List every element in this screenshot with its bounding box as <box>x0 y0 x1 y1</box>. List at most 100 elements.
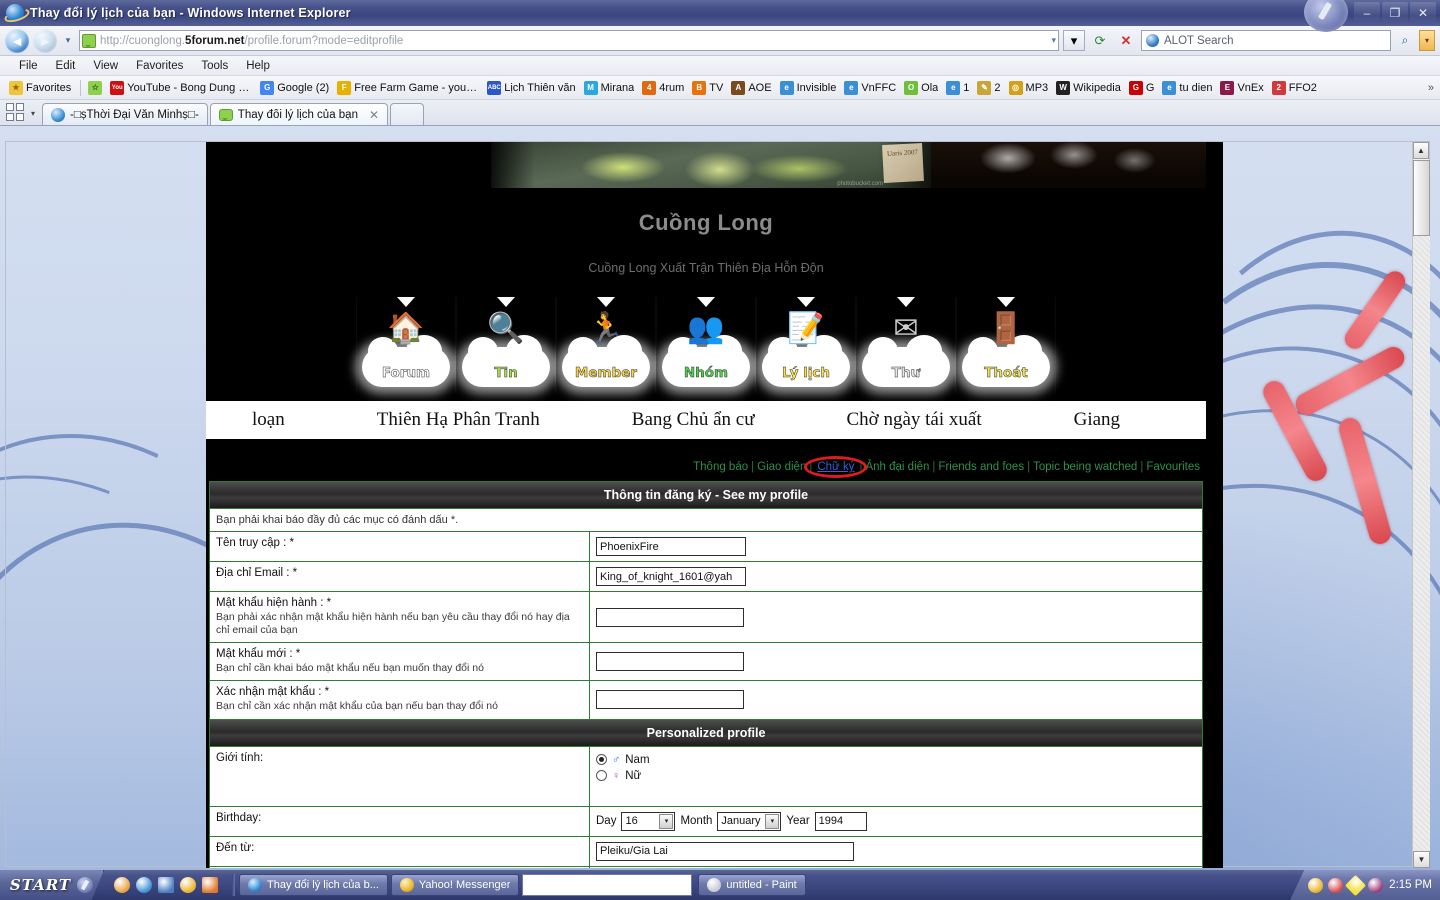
from-input[interactable] <box>596 841 854 861</box>
profile-nav-link[interactable]: Friends and foes <box>938 461 1024 473</box>
search-provider-dropdown[interactable]: ▾ <box>1419 30 1435 51</box>
forum-nav-thư[interactable]: ✉ Thư <box>856 297 956 393</box>
tab-close-icon[interactable]: ✕ <box>369 108 379 122</box>
tab-list-caret-icon[interactable]: ▾ <box>26 109 40 118</box>
address-history-dropdown-button[interactable]: ▾ <box>1063 30 1085 51</box>
form-input[interactable] <box>596 567 746 586</box>
recent-pages-caret-icon[interactable]: ▾ <box>61 35 75 46</box>
scrollbar-thumb[interactable] <box>1413 160 1430 236</box>
favorite-item[interactable]: e VnFFC <box>841 80 901 96</box>
taskbar-item[interactable]: Yahoo! Messenger <box>390 874 520 896</box>
favorite-item[interactable]: e1 <box>943 80 974 96</box>
favorite-item[interactable]: e tu dien <box>1159 80 1217 96</box>
from-label: Đến từ: <box>210 836 590 866</box>
scroll-down-button[interactable]: ▼ <box>1413 851 1430 868</box>
profile-nav-link[interactable]: Favourites <box>1146 461 1200 473</box>
minimize-button[interactable]: – <box>1354 2 1380 23</box>
address-dropdown-caret-icon[interactable]: ▾ <box>1051 35 1056 46</box>
forum-nav-forum[interactable]: 🏠 Forum <box>356 297 456 393</box>
start-button[interactable]: START <box>0 870 104 900</box>
favorite-item[interactable]: e Invisible <box>777 80 842 96</box>
radio-male[interactable] <box>596 754 607 765</box>
form-input[interactable] <box>596 537 746 556</box>
favorite-item[interactable]: W Wikipedia <box>1053 80 1126 96</box>
media-icon[interactable] <box>202 877 218 893</box>
favorite-item[interactable]: O Ola <box>901 80 943 96</box>
favorite-item[interactable]: G Google (2) <box>257 80 334 96</box>
favorite-item[interactable]: M Mirana <box>581 80 640 96</box>
forward-button[interactable]: ► <box>33 28 57 53</box>
scroll-up-button[interactable]: ▲ <box>1413 142 1429 159</box>
yahoo-tray-icon[interactable] <box>1308 877 1324 893</box>
favorite-item[interactable]: 2 FFO2 <box>1269 80 1322 96</box>
back-button[interactable]: ◄ <box>5 28 29 53</box>
favorite-item[interactable]: E VnEx <box>1217 80 1268 96</box>
quick-tabs-icon[interactable] <box>6 103 24 121</box>
favorite-item[interactable]: YouYouTube - Bong Dung Muon... <box>107 80 257 96</box>
gender-option-female[interactable]: ♀ Nữ <box>596 768 1196 784</box>
taskbar-item[interactable]: untitled - Paint <box>698 874 806 896</box>
favorite-item[interactable]: ✎ 2 <box>974 80 1005 96</box>
page-scrollbar[interactable]: ▲ ▼ <box>1412 142 1430 868</box>
favorite-item[interactable]: A AOE <box>728 80 776 96</box>
desktop-icon[interactable] <box>158 877 174 893</box>
add-to-favorites-bar-button[interactable]: ☆ <box>85 80 107 96</box>
favorite-item[interactable]: 4 4rum <box>639 80 689 96</box>
profile-nav-link[interactable]: Chữ ký <box>815 461 856 473</box>
search-go-button[interactable]: ⌕ <box>1395 30 1415 51</box>
menu-item-tools[interactable]: Tools <box>192 58 237 74</box>
profile-nav-link[interactable]: Ảnh đại diện <box>865 461 929 473</box>
chrome-icon[interactable] <box>114 877 130 893</box>
yahoo-icon[interactable] <box>180 877 196 893</box>
forum-nav-member[interactable]: 🏃 Member <box>556 297 656 393</box>
profile-nav-link[interactable]: Thông báo <box>693 461 748 473</box>
radio-female[interactable] <box>596 770 607 781</box>
form-input[interactable] <box>596 690 744 710</box>
favorite-item[interactable]: GG <box>1126 80 1160 96</box>
favorite-item[interactable]: ◎ MP3 <box>1006 80 1054 96</box>
favorite-item[interactable]: B TV <box>689 80 728 96</box>
favorite-item[interactable]: ABC Lịch Thiên văn <box>484 80 580 96</box>
stop-button[interactable]: ✕ <box>1115 30 1137 51</box>
tab-thoi-dai-van-minh[interactable]: -□ṣThời Đại Văn Minhṣ□- <box>42 103 208 125</box>
menu-item-favorites[interactable]: Favorites <box>127 58 192 74</box>
system-tray: 2:15 PM <box>1290 870 1440 900</box>
menu-item-edit[interactable]: Edit <box>47 58 85 74</box>
scrollbar-track[interactable] <box>1413 236 1430 851</box>
profile-nav-link[interactable]: Giao diện <box>757 461 806 473</box>
close-button[interactable]: ✕ <box>1410 2 1436 23</box>
forum-nav-thoát[interactable]: 🚪 Thoát <box>956 297 1056 393</box>
forum-nav-tin[interactable]: 🔍 Tin <box>456 297 556 393</box>
restore-button[interactable]: ❐ <box>1382 2 1408 23</box>
profile-nav-link[interactable]: Topic being watched <box>1033 461 1137 473</box>
menu-item-help[interactable]: Help <box>237 58 279 74</box>
taskbar-empty-slot[interactable] <box>522 874 693 896</box>
unikey-tray-icon[interactable] <box>1345 874 1367 896</box>
menu-item-file[interactable]: File <box>10 58 47 74</box>
form-input[interactable] <box>596 607 744 627</box>
forum-nav-nhóm[interactable]: 👥 Nhóm <box>656 297 756 393</box>
year-input[interactable] <box>814 811 867 831</box>
ie-icon[interactable] <box>136 877 152 893</box>
month-select[interactable]: January ▾ <box>717 811 782 831</box>
search-input[interactable]: ALOT Search <box>1141 30 1391 51</box>
favorites-center-button[interactable]: ★ Favorites <box>6 80 76 96</box>
favorite-label: 1 <box>963 81 970 94</box>
favorites-overflow-chevron-icon[interactable]: » <box>1428 82 1440 94</box>
antivirus-tray-icon[interactable] <box>1328 877 1344 893</box>
new-tab-button[interactable] <box>390 103 425 125</box>
gender-male-label: Nam <box>625 753 650 766</box>
day-select[interactable]: 16 ▾ <box>621 811 676 831</box>
taskbar-item[interactable]: Thay đổi lý lịch của b... <box>239 874 388 896</box>
vietkey-tray-icon[interactable] <box>1368 877 1384 893</box>
chevron-down-icon[interactable]: ▾ <box>765 813 780 829</box>
forum-nav-lý-lịch[interactable]: 📝 Lý lịch <box>756 297 856 393</box>
chevron-down-icon[interactable]: ▾ <box>659 813 674 829</box>
menu-item-view[interactable]: View <box>84 58 127 74</box>
tab-thay-doi-ly-lich[interactable]: Thay đổi lý lịch của bạn ✕ <box>209 103 389 125</box>
refresh-button[interactable]: ⟳ <box>1089 30 1111 51</box>
favorite-item[interactable]: FFree Farm Game - your onli... <box>334 80 484 96</box>
form-input[interactable] <box>596 652 744 672</box>
address-input[interactable]: http://cuonglong.5forum.net/profile.foru… <box>79 30 1059 51</box>
gender-option-male[interactable]: ♂ Nam <box>596 752 1196 768</box>
